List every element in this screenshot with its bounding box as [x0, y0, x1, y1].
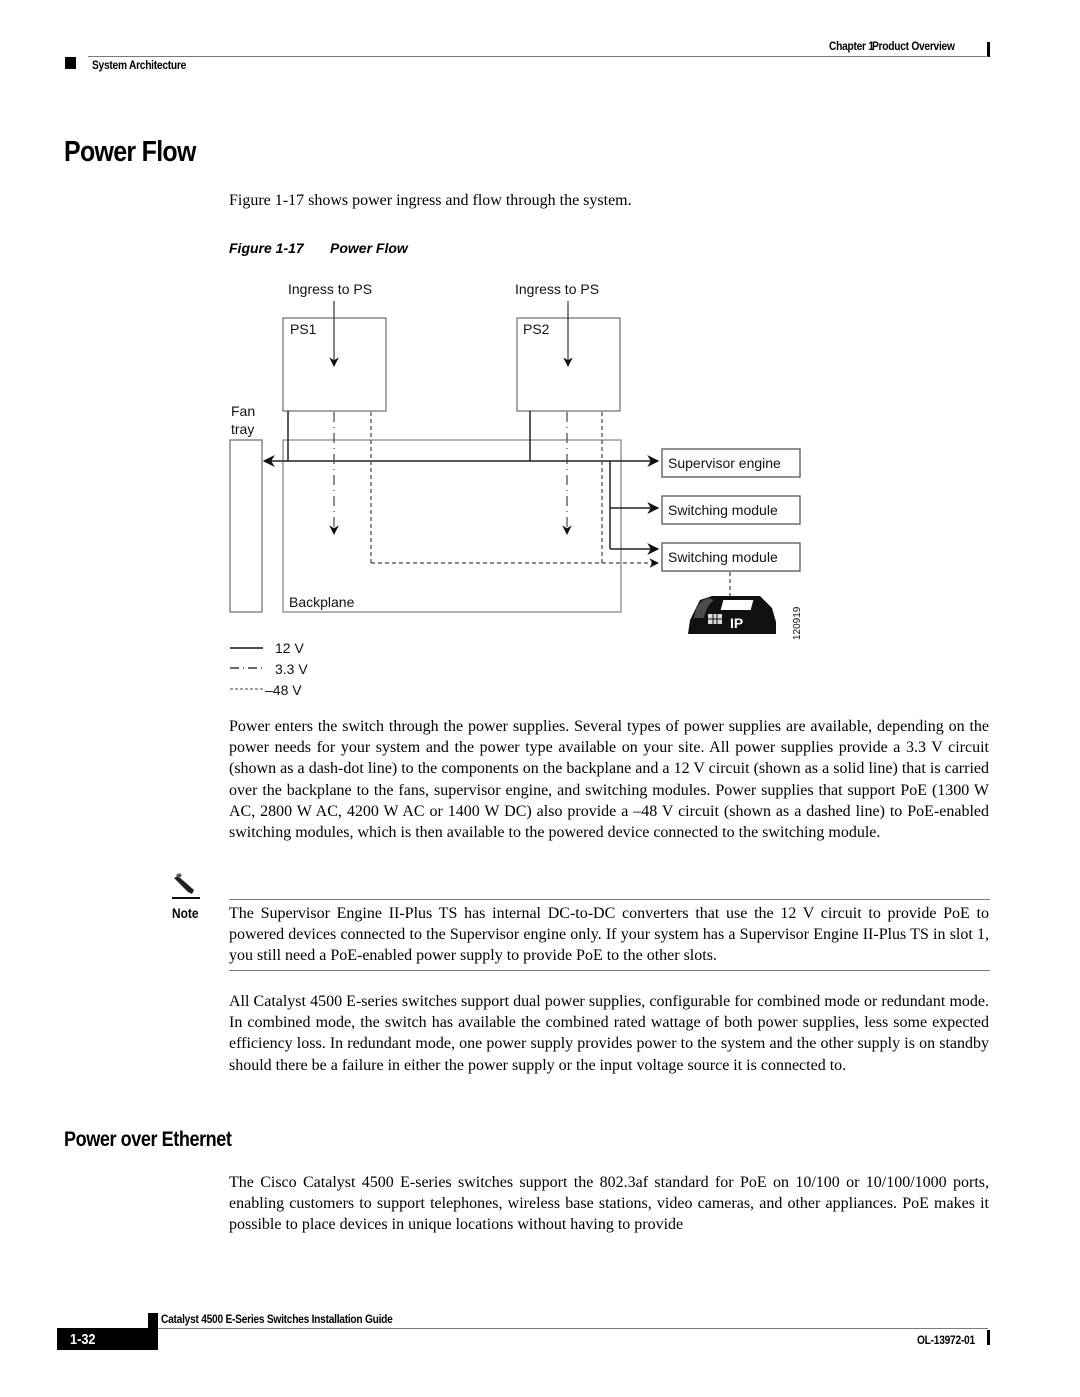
- note-bottom-rule: [229, 970, 990, 971]
- fan-tray-label-line2: tray: [231, 421, 254, 437]
- note-label: Note: [172, 905, 199, 921]
- ingress-label-ps2: Ingress to PS: [515, 281, 599, 297]
- footer-rule: [158, 1328, 988, 1329]
- supervisor-engine-label: Supervisor engine: [668, 455, 781, 471]
- backplane-label: Backplane: [289, 594, 355, 610]
- paragraph-poe: The Cisco Catalyst 4500 E-series switche…: [229, 1172, 989, 1236]
- paragraph-dual-power-text: All Catalyst 4500 E-series switches supp…: [229, 993, 989, 1074]
- switching-module-1-label: Switching module: [668, 502, 778, 518]
- paragraph-power-entry-text: Power enters the switch through the powe…: [229, 718, 989, 842]
- fan-tray-label-line1: Fan: [231, 403, 255, 419]
- ps2-label: PS2: [523, 321, 550, 337]
- paragraph-poe-text: The Cisco Catalyst 4500 E-series switche…: [229, 1174, 989, 1234]
- legend-3v3-label: 3.3 V: [275, 661, 308, 677]
- pencil-note-icon: [172, 873, 200, 899]
- page-number-tab: 1-32: [57, 1328, 158, 1350]
- paragraph-power-entry: Power enters the switch through the powe…: [229, 716, 989, 843]
- section-title-poe: Power over Ethernet: [64, 1128, 232, 1151]
- fan-tray-box: [229, 439, 263, 613]
- power-flow-diagram: Ingress to PS Ingress to PS PS1 PS2 Fan …: [229, 281, 803, 698]
- ps1-label: PS1: [290, 321, 317, 337]
- footer-marker: [148, 1313, 158, 1329]
- ip-phone-badge: IP: [730, 615, 743, 631]
- legend-48v-label: –48 V: [265, 682, 302, 698]
- paragraph-dual-power: All Catalyst 4500 E-series switches supp…: [229, 991, 989, 1076]
- ip-phone-icon: IP: [688, 596, 776, 634]
- note-text: The Supervisor Engine II-Plus TS has int…: [229, 905, 989, 965]
- page-number: 1-32: [70, 1331, 96, 1348]
- ingress-label-ps1: Ingress to PS: [288, 281, 372, 297]
- switching-module-2-label: Switching module: [668, 549, 778, 565]
- footer-bar: [987, 1330, 990, 1345]
- figure-id: 120919: [792, 606, 803, 640]
- legend-12v-label: 12 V: [275, 640, 304, 656]
- note-box: The Supervisor Engine II-Plus TS has int…: [229, 903, 989, 967]
- footer-doc-id: OL-13972-01: [917, 1333, 975, 1347]
- note-top-rule: [229, 899, 990, 900]
- footer-guide-title: Catalyst 4500 E-Series Switches Installa…: [161, 1312, 393, 1326]
